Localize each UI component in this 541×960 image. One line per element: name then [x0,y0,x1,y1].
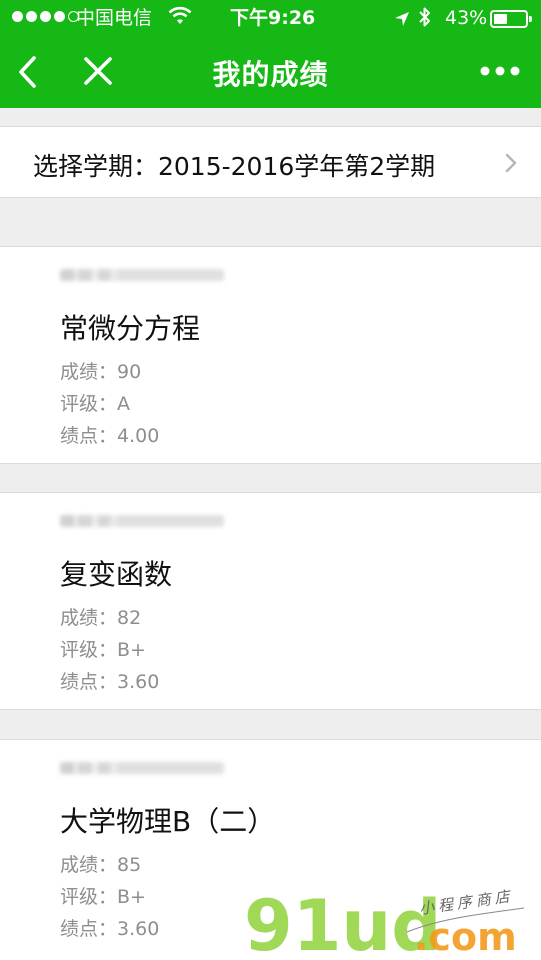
more-icon [480,66,520,76]
carrier-name: 中国电信 [76,7,153,29]
wifi-icon [168,6,192,33]
close-icon [84,57,112,85]
navigation-bar: 我的成绩 [0,36,541,108]
term-selector-label: 选择学期：2015-2016学年第2学期 [33,152,436,181]
course-gpa: 绩点：3.60 [60,918,160,940]
course-score: 成绩：82 [60,607,142,629]
chevron-right-icon [504,152,518,178]
back-button[interactable] [14,52,44,92]
blurred-course-code [60,269,224,281]
course-grade: 评级：B+ [60,639,146,661]
course-grade: 评级：B+ [60,886,146,908]
chevron-left-icon [19,56,36,88]
course-gpa: 绩点：3.60 [60,671,160,693]
bluetooth-icon [418,6,432,35]
course-score: 成绩：90 [60,361,142,383]
course-card: 复变函数 成绩：82 评级：B+ 绩点：3.60 [0,492,541,710]
close-button[interactable] [80,53,116,89]
watermark-logo-text: 91ud [244,888,441,954]
watermark-domain: .com [414,915,517,954]
course-name: 复变函数 [60,558,173,591]
battery-percentage: 43% [445,7,488,29]
battery-icon [490,10,532,28]
course-score: 成绩：85 [60,854,142,876]
blurred-course-code [60,515,224,527]
status-bar: 中国电信 下午9:26 43% [0,0,541,36]
term-selector[interactable]: 选择学期：2015-2016学年第2学期 [0,126,541,198]
course-name: 常微分方程 [60,312,201,345]
watermark-logo: 91ud .com 小程序商店 [244,888,525,954]
location-arrow-icon [394,8,410,34]
clock-time: 下午9:26 [230,7,316,29]
blurred-course-code [60,762,224,774]
more-button[interactable] [478,64,522,78]
course-name: 大学物理B（二） [60,805,276,838]
signal-strength-icon [12,11,79,22]
course-grade: 评级：A [60,393,130,415]
course-card: 常微分方程 成绩：90 评级：A 绩点：4.00 [0,246,541,464]
course-gpa: 绩点：4.00 [60,425,160,447]
